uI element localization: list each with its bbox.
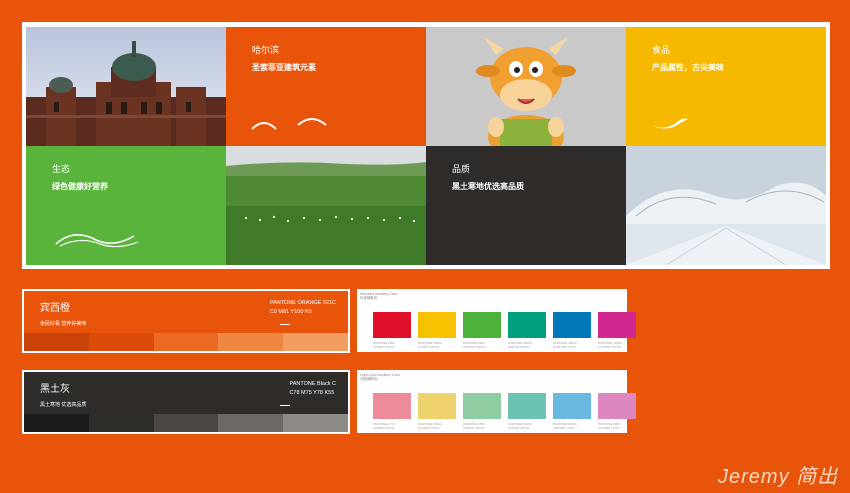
tint-swatch (283, 333, 348, 351)
harbin-title: 哈尔滨 (252, 45, 280, 55)
tint-bar (24, 333, 348, 351)
cathedral-photo (26, 27, 226, 146)
color-chip-label: PANTONE 238C C15 M55 Y0 K0 (598, 422, 621, 430)
swatch-desc: 黑土寒地 优选高品质 (40, 402, 87, 408)
wave-motif-icon (55, 234, 139, 248)
tint-bar (24, 414, 348, 432)
grassland-photo (226, 146, 426, 265)
leaf-motif-icon (652, 118, 688, 129)
cow-mascot-icon (476, 37, 576, 146)
cmyk-code: C78 M75 Y78 K55 (289, 390, 335, 396)
color-chip (373, 393, 411, 419)
dome-motif-icon (251, 118, 327, 130)
ecology-subtitle: 绿色健康好营养 (52, 182, 108, 191)
aux-title: Light Color Auxiliary Color 浅色辅助色 (360, 373, 400, 381)
tint-swatch (24, 333, 89, 351)
color-chip-label: PANTONE 185C C0 M93 Y79 K0 (373, 341, 396, 349)
color-chip (553, 312, 591, 338)
tint-swatch (153, 414, 219, 432)
swatch-pantone: PANTONE Black C C78 M75 Y78 K55 (289, 380, 336, 398)
aux-title: Standard Auxiliary Color 标准辅助色 (360, 292, 398, 300)
aux-palette-light: Light Color Auxiliary Color 浅色辅助色 PANTON… (357, 370, 636, 433)
color-chip (418, 393, 456, 419)
food-tile: 食品 产品属性，古尖美味 (626, 27, 826, 146)
tint-swatch (153, 333, 219, 351)
quality-tile: 品质 黑土寒地优选高品质 (426, 146, 626, 265)
color-chip (463, 393, 501, 419)
food-subtitle: 产品属性，古尖美味 (652, 63, 724, 72)
harbin-tile: 哈尔滨 圣索菲亚建筑元素 (226, 27, 426, 146)
brand-board: 哈尔滨 圣索菲亚建筑元素 食品 产品属性，古尖美味 生态 绿色健康好营养 品质 … (22, 22, 830, 269)
mascot-tile (426, 27, 626, 146)
color-chip-label: PANTONE 7403C C5 M15 Y65 K0 (418, 422, 442, 430)
tint-swatch (24, 414, 89, 432)
color-chip-label: PANTONE 3248C C55 M0 Y35 K0 (508, 422, 532, 430)
color-chip-label: PANTONE 7408C C0 M24 Y95 K0 (418, 341, 442, 349)
aux-title-cn: 浅色辅助色 (360, 377, 378, 381)
color-chip (463, 312, 501, 338)
cmyk-code: C0 M81 Y100 K0 (269, 309, 312, 315)
color-chip (508, 393, 546, 419)
color-chip (553, 393, 591, 419)
divider (280, 324, 290, 325)
quality-subtitle: 黑土寒地优选高品质 (452, 182, 524, 191)
color-chip (508, 312, 546, 338)
color-chip-label: PANTONE 177C C0 M55 Y25 K0 (373, 422, 396, 430)
aux-title-cn: 标准辅助色 (360, 296, 378, 300)
color-chip (373, 312, 411, 338)
tint-swatch (88, 414, 154, 432)
harbin-subtitle: 圣索菲亚建筑元素 (252, 63, 316, 72)
color-chip-label: PANTONE 361C C69 M0 Y100 K0 (463, 341, 486, 349)
color-chip-label: PANTONE 7433C C15 M93 Y10 K0 (598, 341, 622, 349)
ecology-title: 生态 (52, 164, 71, 174)
color-chip-label: PANTONE 2915C C55 M10 Y5 K0 (553, 422, 577, 430)
aux-palette-standard: Standard Auxiliary Color 标准辅助色 PANTONE 1… (357, 289, 636, 352)
watermark-logo: Jeremy 简出 (718, 466, 839, 488)
color-chip (418, 312, 456, 338)
tint-swatch (218, 414, 284, 432)
swatch-name: 黑土灰 (40, 384, 70, 395)
swatch-card-black: 黑土灰 黑土寒地 优选高品质 PANTONE Black C C78 M75 Y… (22, 370, 350, 434)
pantone-code: PANTONE Black C (289, 381, 336, 387)
divider (280, 405, 290, 406)
color-chip-label: PANTONE 7461C C100 M45 Y5 K0 (553, 341, 577, 349)
ecology-tile: 生态 绿色健康好营养 (26, 146, 226, 265)
swatch-name: 宾西橙 (40, 303, 70, 314)
tint-swatch (88, 333, 154, 351)
tint-swatch (218, 333, 284, 351)
quality-title: 品质 (452, 164, 471, 174)
color-chip (598, 312, 636, 338)
swatch-card-orange: 宾西橙 亲民好看 营养好美味 PANTONE ORANGE 021C C0 M8… (22, 289, 350, 353)
tint-swatch (283, 414, 348, 432)
color-chip-label: PANTONE 3405C C85 M0 Y65 K0 (508, 341, 532, 349)
swatch-desc: 亲民好看 营养好美味 (40, 321, 87, 327)
pantone-code: PANTONE ORANGE 021C (269, 300, 336, 306)
swatch-pantone: PANTONE ORANGE 021C C0 M81 Y100 K0 (270, 299, 336, 317)
opera-house-photo (626, 146, 826, 265)
color-chip-label: PANTONE 353C C45 M0 Y45 K0 (463, 422, 486, 430)
food-title: 食品 (652, 45, 671, 55)
color-chip (598, 393, 636, 419)
